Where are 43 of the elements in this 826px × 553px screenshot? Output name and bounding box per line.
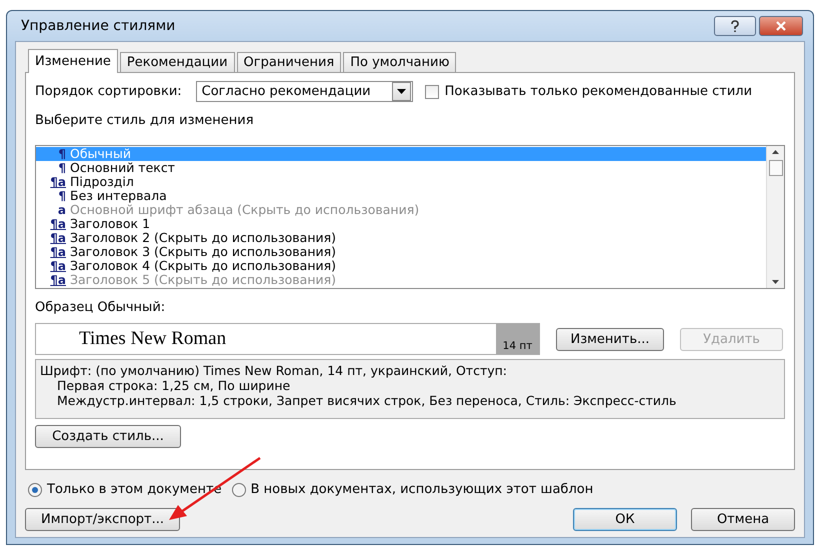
description-line: Первая строка: 1,25 см, По ширине — [56, 378, 292, 393]
style-item[interactable]: ¶a Заголовок 1 — [36, 217, 766, 231]
radio-button[interactable] — [28, 482, 42, 496]
checkbox-label: Показывать только рекомендованные стили — [444, 84, 752, 99]
description-line: Шрифт: (по умолчанию) Times New Roman, 14 пт, украинский, Отступ: — [40, 363, 508, 378]
modify-button[interactable]: Изменить... — [556, 328, 664, 350]
help-icon — [729, 20, 741, 32]
font-size: 14 пт — [496, 324, 539, 354]
tab[interactable]: Изменение — [28, 49, 118, 73]
cancel-button[interactable]: Отмена — [691, 508, 795, 531]
radio-button[interactable] — [232, 482, 246, 496]
style-item[interactable]: ¶a Підрозділ — [36, 175, 766, 189]
caret-icon — [396, 89, 406, 94]
scroll-down-icon[interactable] — [772, 280, 779, 284]
new-style-button[interactable]: Создать стиль... — [35, 425, 181, 448]
checkbox[interactable] — [424, 84, 439, 98]
description-line: Междустр.интервал: 1,5 строки, Запрет висячих строк, Без переноса, Стиль: Экспресс-стиль — [56, 393, 678, 408]
font-sample: Times New Roman — [78, 327, 228, 351]
scroll-up-icon[interactable] — [772, 150, 779, 154]
import-export-button[interactable]: Импорт/экспорт... — [25, 508, 180, 531]
style-item[interactable]: a Основной шрифт абзаца (Скрыть до использования) — [36, 203, 766, 217]
tab[interactable]: Рекомендации — [120, 52, 235, 72]
close-button[interactable] — [759, 16, 803, 36]
style-item[interactable]: ¶ Без интервала — [36, 189, 766, 203]
scrollbar[interactable] — [766, 146, 784, 288]
style-item[interactable]: ¶a Заголовок 2 (Скрыть до использования) — [36, 231, 766, 245]
sort-dropdown[interactable]: Согласно рекомендации — [196, 81, 413, 102]
style-item[interactable]: ¶a Заголовок 5 (Скрыть до использования) — [36, 273, 766, 287]
window-title: Управление стилями — [20, 18, 176, 34]
style-item[interactable]: ¶ Основний текст — [36, 161, 766, 175]
tab[interactable]: Ограничения — [236, 52, 342, 72]
style-item[interactable]: ¶ Обычный — [36, 147, 766, 161]
style-item[interactable]: ¶a Заголовок 4 (Скрыть до использования) — [36, 259, 766, 273]
radio-label: В новых документах, использующих этот шаблон — [250, 482, 594, 497]
scroll-thumb[interactable] — [768, 160, 782, 176]
close-icon — [775, 21, 787, 31]
list-label: Выберите стиль для изменения — [35, 113, 255, 128]
tab[interactable]: По умолчанию — [343, 52, 456, 72]
ok-button[interactable]: ОК — [573, 508, 677, 531]
help-button[interactable] — [714, 16, 756, 36]
style-item[interactable]: ¶a Заголовок 3 (Скрыть до использования) — [36, 245, 766, 259]
sort-label: Порядок сортировки: — [35, 84, 182, 99]
preview-label: Образец Обычный: — [35, 300, 166, 315]
